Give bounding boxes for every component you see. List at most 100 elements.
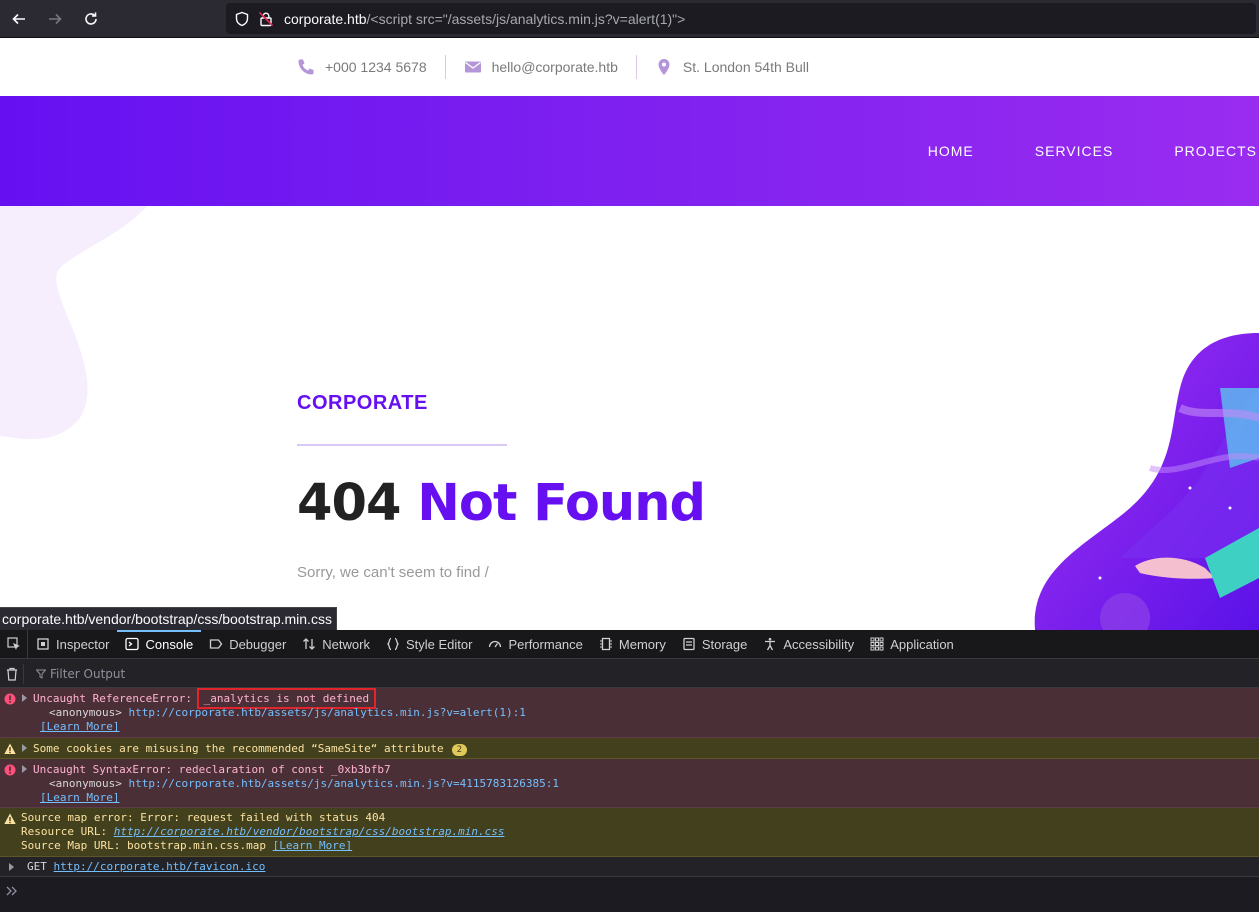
back-button[interactable] — [7, 7, 31, 31]
inspector-icon — [37, 638, 49, 650]
expand-arrow-icon[interactable] — [22, 765, 27, 773]
tab-application[interactable]: Application — [862, 630, 962, 659]
tab-debugger[interactable]: Debugger — [201, 630, 294, 659]
web-page: +000 1234 5678 hello@corporate.htb St. L… — [0, 38, 1259, 630]
trash-icon — [6, 667, 17, 681]
clear-console-button[interactable] — [0, 663, 24, 684]
console-message-warning[interactable]: Some cookies are misusing the recommende… — [0, 738, 1259, 759]
stack-line: <anonymous> http://corporate.htb/assets/… — [49, 777, 559, 791]
network-icon — [303, 638, 316, 650]
request-method: GET — [27, 860, 54, 873]
console-message-error[interactable]: Uncaught SyntaxError: redeclaration of c… — [0, 759, 1259, 808]
tab-label: Application — [890, 636, 954, 652]
contact-phone[interactable]: +000 1234 5678 — [297, 38, 427, 96]
tab-label: Performance — [508, 636, 583, 652]
error-icon — [4, 693, 16, 705]
sourcemap-url-line: Source Map URL: bootstrap.min.css.map [L… — [21, 839, 352, 853]
tab-network[interactable]: Network — [294, 630, 378, 659]
learn-more-text[interactable]: [Learn More] — [40, 791, 119, 804]
map-marker-icon — [658, 59, 670, 75]
nav-home[interactable]: HOME — [928, 143, 974, 159]
error-icon — [4, 764, 16, 776]
brand-underline — [297, 444, 507, 446]
arrow-left-icon — [12, 13, 25, 25]
gauge-icon — [489, 640, 502, 648]
heading-text: Not Found — [417, 474, 706, 533]
stack-url[interactable]: http://corporate.htb/assets/js/analytics… — [128, 777, 558, 790]
expand-arrow-icon[interactable] — [22, 744, 27, 752]
console-message-warning[interactable]: Source map error: Error: request failed … — [0, 808, 1259, 857]
stack-anonymous: <anonymous> — [49, 706, 122, 719]
tab-style-editor[interactable]: Style Editor — [378, 630, 480, 659]
header-banner: HOME SERVICES PROJECTS — [0, 96, 1259, 206]
expand-arrow-icon[interactable] — [22, 694, 27, 702]
debugger-icon — [210, 639, 223, 649]
address-text: St. London 54th Bull — [682, 59, 810, 75]
resource-url-link[interactable]: http://corporate.htb/vendor/bootstrap/cs… — [114, 825, 505, 838]
contact-bar: +000 1234 5678 hello@corporate.htb St. L… — [0, 38, 1259, 96]
tab-console[interactable]: Console — [117, 629, 201, 659]
warning-icon — [4, 813, 16, 824]
sourcemap-url-label: Source Map URL: bootstrap.min.css.map — [21, 839, 273, 852]
nav-services[interactable]: SERVICES — [1035, 143, 1114, 159]
devtools-panel: Inspector Console Debugger Network Style… — [0, 629, 1259, 912]
error-text: Uncaught SyntaxError: redeclaration of c… — [33, 763, 391, 776]
filter-output-input[interactable]: Filter Output — [36, 667, 125, 681]
learn-more-link[interactable]: [Learn More] — [40, 791, 119, 805]
resource-url-line: Resource URL: http://corporate.htb/vendo… — [21, 825, 504, 839]
url-path: /<script src="/assets/js/analytics.min.j… — [366, 10, 686, 27]
learn-more-text[interactable]: [Learn More] — [40, 720, 119, 733]
learn-more-link[interactable]: [Learn More] — [40, 720, 119, 734]
phone-text: +000 1234 5678 — [325, 59, 427, 75]
tab-label: Style Editor — [405, 636, 473, 652]
storage-icon — [683, 637, 695, 651]
reload-button[interactable] — [79, 7, 103, 31]
tab-label: Debugger — [229, 636, 287, 652]
contact-divider — [635, 55, 637, 79]
app-grid-icon — [870, 637, 884, 651]
element-picker-button[interactable] — [0, 629, 28, 659]
tab-accessibility[interactable]: Accessibility — [755, 630, 862, 659]
accessibility-icon — [765, 637, 776, 651]
insecure-lock-icon[interactable] — [258, 11, 274, 27]
tab-label: Storage — [701, 636, 748, 652]
warning-line: Some cookies are misusing the recommende… — [33, 742, 468, 756]
learn-more-text[interactable]: [Learn More] — [273, 839, 352, 852]
url-host: corporate.htb — [284, 10, 367, 27]
stack-anonymous: <anonymous> — [49, 777, 122, 790]
expand-arrow-icon[interactable] — [9, 863, 14, 871]
console-input[interactable] — [0, 877, 1259, 912]
tab-label: Console — [145, 636, 194, 652]
shield-icon[interactable] — [234, 11, 250, 27]
reload-icon — [85, 12, 97, 25]
arrow-right-icon — [49, 13, 62, 25]
url-bar[interactable]: corporate.htb/<script src="/assets/js/an… — [226, 3, 1256, 34]
tab-memory[interactable]: Memory — [591, 630, 674, 659]
tab-inspector[interactable]: Inspector — [28, 630, 117, 659]
link-status-tooltip: corporate.htb/vendor/bootstrap/css/boots… — [0, 607, 337, 631]
forward-button[interactable] — [43, 7, 67, 31]
tab-performance[interactable]: Performance — [480, 630, 590, 659]
heading-number: 404 — [297, 474, 401, 533]
tab-label: Accessibility — [783, 636, 855, 652]
error-line: Uncaught ReferenceError: _analytics is n… — [33, 688, 377, 709]
page-heading: 404 Not Found — [297, 474, 706, 533]
devtools-tabs: Inspector Console Debugger Network Style… — [0, 629, 1259, 659]
console-message-error[interactable]: Uncaught ReferenceError: _analytics is n… — [0, 688, 1259, 738]
decorative-blob-left — [0, 188, 160, 440]
console-message-network[interactable]: GET http://corporate.htb/favicon.ico — [0, 857, 1259, 877]
error-prefix: Uncaught ReferenceError: — [33, 692, 199, 705]
tab-storage[interactable]: Storage — [674, 630, 756, 659]
repeat-count-badge: 2 — [451, 744, 468, 756]
contact-email[interactable]: hello@corporate.htb — [464, 38, 618, 96]
error-highlight: _analytics is not defined — [196, 688, 377, 709]
filter-placeholder: Filter Output — [50, 666, 126, 681]
memory-chip-icon — [599, 637, 612, 651]
nav-projects[interactable]: PROJECTS — [1174, 143, 1257, 159]
contact-address: St. London 54th Bull — [655, 38, 809, 96]
stack-url[interactable]: http://corporate.htb/assets/js/analytics… — [128, 706, 525, 719]
hero-illustration — [1034, 333, 1259, 630]
request-url[interactable]: http://corporate.htb/favicon.ico — [54, 860, 266, 873]
console-icon — [125, 637, 140, 651]
network-line: GET http://corporate.htb/favicon.ico — [27, 860, 265, 874]
